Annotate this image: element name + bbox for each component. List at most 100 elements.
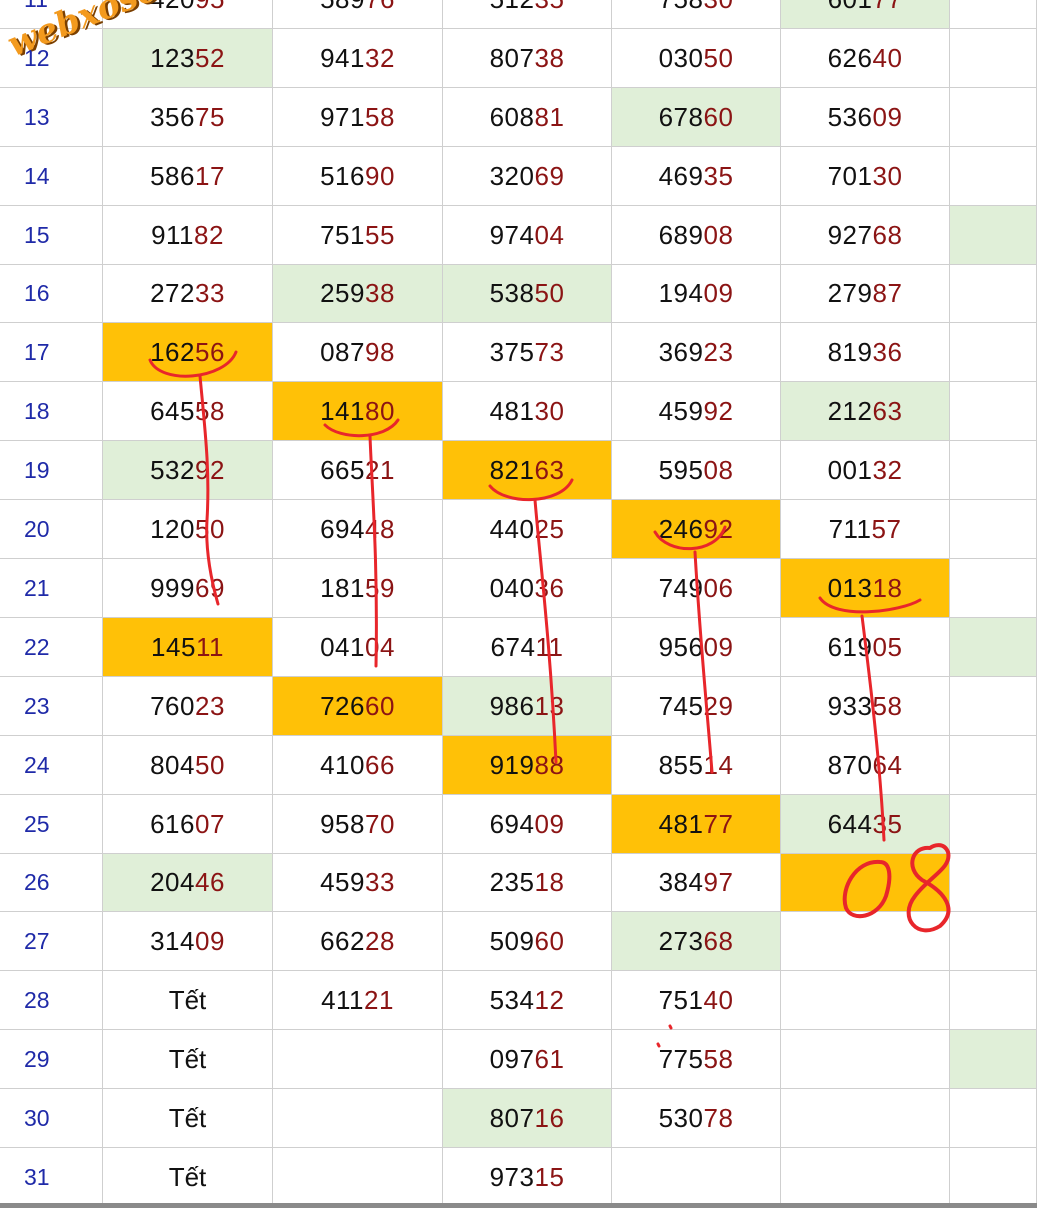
result-number: 68908 — [659, 220, 734, 251]
result-head-digits: 927 — [827, 219, 873, 250]
result-cell: 23518 — [443, 854, 612, 912]
result-number: 41066 — [320, 750, 395, 781]
day-number: 26 — [0, 854, 103, 912]
result-tail-digits: 36 — [872, 336, 903, 367]
result-tail-digits: 59 — [364, 572, 395, 603]
result-cell: 98613 — [443, 677, 612, 736]
result-head-digits: 411 — [321, 984, 365, 1015]
result-tail-digits: 58 — [872, 690, 903, 721]
result-number: 51235 — [490, 0, 565, 15]
result-tail-digits: 04 — [534, 219, 565, 250]
result-cell: 74529 — [612, 677, 781, 736]
result-head-digits: 819 — [827, 336, 873, 367]
result-cell: Tết — [103, 971, 273, 1030]
result-head-digits: 481 — [489, 395, 535, 426]
result-head-digits: 751 — [320, 219, 365, 250]
result-tail-digits: 13 — [534, 690, 565, 721]
result-number: 25938 — [320, 278, 395, 309]
result-number: 03050 — [659, 43, 734, 74]
result-number: 92768 — [828, 220, 903, 251]
result-cell: 48177 — [612, 795, 781, 854]
result-cell: 53609 — [781, 88, 950, 147]
result-number: 38497 — [659, 867, 734, 898]
result-cell: 92768 — [781, 206, 950, 265]
result-cell — [950, 500, 1037, 559]
result-cell: 50960 — [443, 912, 612, 971]
result-cell: 62640 — [781, 29, 950, 88]
result-tail-digits: 35 — [534, 0, 564, 14]
result-tail-digits: 29 — [703, 690, 734, 721]
result-tail-digits: 15 — [534, 1161, 565, 1192]
result-cell — [950, 441, 1037, 500]
result-tail-digits: 32 — [872, 454, 903, 485]
result-cell: 37573 — [443, 323, 612, 382]
result-tail-digits: 57 — [871, 513, 902, 544]
result-tail-digits: 80 — [364, 395, 395, 426]
result-cell: 27368 — [612, 912, 781, 971]
result-head-digits: 087 — [320, 336, 365, 367]
result-cell: Tết — [103, 1089, 273, 1148]
result-cell — [273, 1030, 443, 1089]
result-tail-digits: 07 — [194, 808, 225, 839]
result-number: 97158 — [320, 102, 395, 133]
result-cell: Tết — [103, 1030, 273, 1089]
result-head-digits: 919 — [489, 749, 535, 780]
result-cell — [612, 1148, 781, 1207]
result-head-digits: 512 — [490, 0, 535, 14]
result-head-digits: 314 — [150, 925, 195, 956]
result-number: 67860 — [659, 102, 734, 133]
result-head-digits: 246 — [658, 513, 704, 544]
result-head-digits: 181 — [320, 572, 365, 603]
result-number: 20446 — [150, 867, 225, 898]
result-cell: 95870 — [273, 795, 443, 854]
result-number: 04036 — [490, 573, 565, 604]
result-head-digits: 459 — [320, 867, 365, 897]
result-tail-digits: 50 — [703, 42, 734, 73]
result-number: 61607 — [150, 809, 225, 840]
result-head-digits: 821 — [489, 454, 535, 485]
result-head-digits: 855 — [658, 749, 704, 780]
result-cell: 87064 — [781, 736, 950, 795]
result-tail-digits: 23 — [194, 690, 225, 721]
result-cell: 01318 — [781, 559, 950, 618]
result-tail-digits: 58 — [194, 395, 225, 426]
result-head-digits: 674 — [490, 631, 536, 662]
result-head-digits: 711 — [828, 513, 872, 544]
result-cell — [950, 1089, 1037, 1148]
result-head-digits: 689 — [658, 219, 704, 250]
result-cell: 12352 — [103, 29, 273, 88]
result-tail-digits: 18 — [872, 572, 903, 603]
result-head-digits: 162 — [150, 336, 195, 367]
result-cell: 97404 — [443, 206, 612, 265]
result-head-digits: 469 — [658, 160, 704, 191]
result-cell: 08798 — [273, 323, 443, 382]
day-number: 29 — [0, 1030, 103, 1089]
result-tail-digits: 52 — [194, 42, 225, 73]
result-number: 45933 — [320, 867, 395, 898]
result-cell: 66521 — [273, 441, 443, 500]
result-number: 45992 — [659, 396, 734, 427]
result-head-digits: 870 — [827, 749, 873, 780]
result-cell: 14180 — [273, 382, 443, 441]
result-cell: 41121 — [273, 971, 443, 1030]
result-number: 35675 — [150, 102, 225, 133]
result-tail-digits: 11 — [535, 631, 564, 662]
result-number: 81936 — [828, 337, 903, 368]
result-tail-digits: 09 — [534, 808, 565, 839]
result-cell: Tết — [103, 1148, 273, 1207]
result-cell: 58976 — [273, 0, 443, 29]
result-number: 70130 — [828, 161, 903, 192]
result-cell: 58617 — [103, 147, 273, 206]
result-cell: 60177 — [781, 0, 950, 29]
result-head-digits: 532 — [150, 454, 195, 485]
result-head-digits: 356 — [150, 101, 195, 132]
result-head-digits: 589 — [320, 0, 365, 14]
result-head-digits: 013 — [827, 572, 873, 603]
result-number: 80716 — [490, 1103, 565, 1134]
result-cell: 77558 — [612, 1030, 781, 1089]
result-tail-digits: 14 — [703, 749, 734, 780]
result-head-digits: 694 — [489, 808, 535, 839]
result-tail-digits: 28 — [364, 925, 395, 956]
result-cell: 32069 — [443, 147, 612, 206]
result-number: 58976 — [320, 0, 395, 15]
